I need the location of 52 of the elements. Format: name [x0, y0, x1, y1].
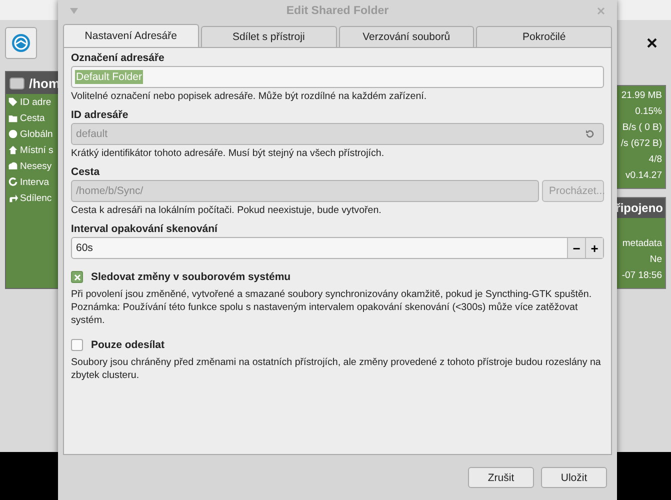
stat-value: 21.99 MB: [621, 89, 662, 103]
field-label: Označení adresáře: [71, 52, 166, 64]
tab[interactable]: Pokročilé: [476, 26, 612, 47]
stat-value: /s (672 B): [620, 137, 662, 151]
status-value: Ne: [650, 253, 662, 267]
field-label: Interval opakování skenování: [71, 223, 219, 235]
window-title: Edit Shared Folder: [286, 5, 389, 17]
home-icon: [8, 145, 18, 155]
stat-value: v0.14.27: [626, 169, 662, 183]
folder-info-label: Interva: [20, 176, 50, 188]
folder-info-label: Globáln: [20, 128, 53, 140]
check-mark-icon: [74, 274, 80, 280]
sync-logo-icon: [11, 33, 31, 53]
increment-button[interactable]: +: [585, 238, 603, 258]
close-icon[interactable]: [647, 38, 657, 48]
status-value: metadata: [622, 237, 662, 251]
field-hint: Volitelné označení nebo popisek adresáře. Může být rozdílné na každém zařízení.: [71, 90, 428, 103]
field-hint: Cesta k adresáři na lokálním počítači. Pokud neexistuje, bude vytvořen.: [71, 204, 382, 217]
stat-value: 0.15%: [635, 105, 662, 119]
dialog-button[interactable]: Zrušit: [468, 467, 534, 488]
decrement-button[interactable]: −: [567, 238, 585, 258]
folder-info-label: Místní s: [20, 144, 54, 156]
tab[interactable]: Nastavení Adresáře: [63, 24, 199, 47]
field-label: ID adresáře: [71, 109, 130, 121]
status-title: řipojeno: [616, 201, 663, 215]
field-label: Cesta: [71, 166, 101, 178]
stat-value: B/s ( 0 B): [622, 121, 662, 135]
tag-icon: [8, 97, 18, 107]
stat-value: 4/8: [648, 153, 662, 167]
status-value: -07 18:56: [622, 269, 662, 283]
checkbox-description: Poznámka: Používání této funkce spolu s nastaveným intervalem opakování skenování (<300s) může více zatěžovat systém.: [71, 301, 579, 327]
tab[interactable]: Sdílet s přístroji: [200, 26, 336, 47]
checkbox-description: Při povolení jsou změněné, vytvořené a smazané soubory synchronizovány okamžitě, pokud je Syncthing-GTK spuštěn.: [71, 288, 593, 301]
checkbox-label[interactable]: Sledovat změny v souborovém systému: [91, 271, 291, 283]
folder-info-label: Cesta: [20, 112, 45, 124]
checkbox[interactable]: [71, 271, 83, 283]
folder-info-label: Nesesy: [20, 160, 52, 172]
folder-info-label: ID adre: [20, 96, 52, 108]
checkbox[interactable]: [71, 339, 83, 351]
input-field[interactable]: 60s − +: [71, 237, 604, 259]
folder-info-label: Sdílenc: [20, 192, 52, 204]
folder-icon: [8, 113, 18, 123]
share-icon: [8, 193, 18, 203]
checkbox-description: Soubory jsou chráněny před změnami na ostatních přístrojích, ale změny provedené z tohoto přístroje budou rozeslány na zbytek clusteru.: [71, 356, 602, 382]
refresh-icon: [8, 177, 18, 187]
window-menu-icon[interactable]: [70, 8, 78, 14]
dialog-button[interactable]: Uložit: [541, 467, 607, 488]
checkbox-label[interactable]: Pouze odesílat: [91, 339, 165, 351]
field-hint: Krátký identifikátor tohoto adresáře. Musí být stejný na všech přístrojích.: [71, 147, 386, 160]
drive-icon: [9, 75, 25, 91]
app-menu-button[interactable]: [5, 27, 37, 59]
tab[interactable]: Verzování souborů: [338, 26, 474, 47]
